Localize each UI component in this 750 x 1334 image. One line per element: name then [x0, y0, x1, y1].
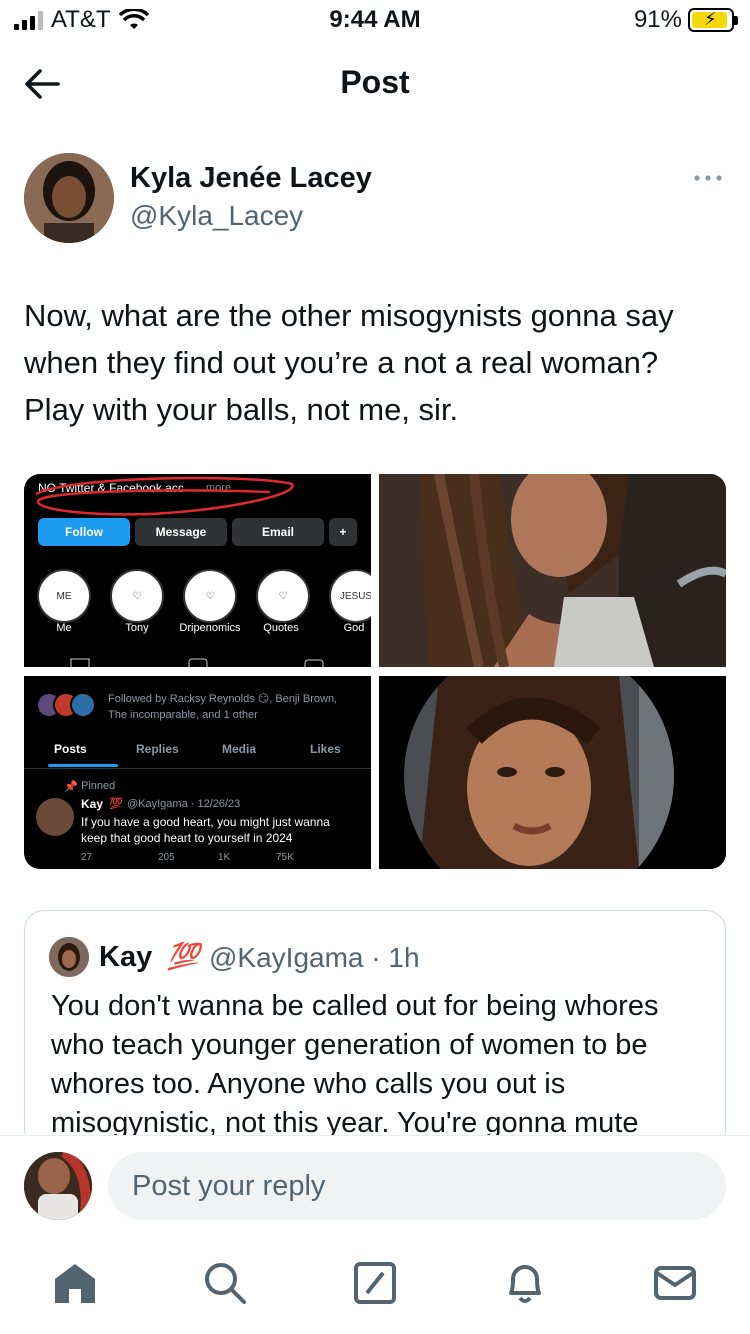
highlight-label: Quotes: [263, 622, 299, 634]
author-name[interactable]: Kyla Jenée Lacey: [130, 162, 372, 195]
media-image-3[interactable]: Followed by Racksy Reynolds 😏, Benji Bro…: [24, 676, 371, 869]
reply-bar: [0, 1135, 750, 1233]
user-avatar[interactable]: [24, 1152, 92, 1220]
bottom-tab-bar: [0, 1233, 750, 1334]
more-options-icon[interactable]: [692, 168, 724, 188]
active-tab-indicator: [48, 764, 118, 767]
portrait-photo: [379, 474, 726, 667]
media-image-1[interactable]: NO Twitter & Facebook acc more Follow Me…: [24, 474, 371, 667]
post-text: Now, what are the other misogynists gonn…: [24, 298, 674, 427]
quote-author-handle: @KayIgama · 1h: [209, 942, 420, 973]
media-grid: NO Twitter & Facebook acc more Follow Me…: [24, 474, 726, 869]
battery-percent: 91%: [633, 6, 682, 33]
kay-avatar: [36, 798, 74, 836]
messages-icon[interactable]: [653, 1261, 697, 1305]
reply-count: 27: [81, 852, 93, 863]
tab-likes: Likes: [310, 742, 341, 756]
repost-count: 205: [158, 852, 175, 863]
highlight-label: Tony: [125, 622, 149, 634]
kay-name: Kay: [81, 797, 104, 811]
tab-media: Media: [222, 742, 257, 756]
follower-avatars: [36, 692, 100, 720]
portrait-photo-circle: [379, 676, 726, 869]
quote-text: You don't wanna be called out for being …: [51, 990, 659, 1139]
pin-icon: 📌: [64, 781, 78, 793]
scribble-mark: [35, 476, 294, 516]
charging-bolt-icon: ⚡: [704, 9, 717, 29]
grid-icon: [70, 658, 90, 667]
author-handle[interactable]: @Kyla_Lacey: [130, 200, 303, 232]
view-count: 75K: [276, 852, 294, 863]
tab-posts: Posts: [54, 742, 87, 756]
kay-handle-date: @KayIgama · 12/26/23: [127, 798, 241, 810]
email-button: Email: [232, 518, 324, 546]
followed-by-line: Followed by Racksy Reynolds 😏, Benji Bro…: [108, 693, 338, 705]
kay-emoji: 💯: [109, 798, 123, 810]
pinned-text-1: If you have a good heart, you might just…: [81, 815, 330, 829]
highlight-thumb: ME: [37, 569, 91, 623]
highlight-thumb: ♡: [183, 569, 237, 623]
pinned-text-2: keep that good heart to yourself in 2024: [81, 831, 293, 845]
message-button: Message: [135, 518, 227, 546]
add-user-button: +: [329, 518, 357, 546]
divider: [24, 768, 371, 769]
highlight-label: Me: [56, 622, 72, 634]
reply-input[interactable]: [108, 1152, 726, 1220]
grok-icon[interactable]: [353, 1261, 397, 1305]
tab-replies: Replies: [136, 742, 179, 756]
highlight-thumb: JESUS: [329, 569, 371, 623]
media-image-2[interactable]: [379, 474, 726, 667]
highlight-thumb: ♡: [256, 569, 310, 623]
search-icon[interactable]: [203, 1261, 247, 1305]
quote-author-name: Kay: [99, 941, 153, 973]
notifications-icon[interactable]: [503, 1261, 547, 1305]
highlight-label: God: [343, 622, 365, 634]
home-icon[interactable]: [53, 1261, 97, 1305]
followed-by-line-2: The incomparable, and 1 other: [108, 709, 258, 721]
author-avatar[interactable]: [24, 153, 114, 243]
hundred-emoji-icon: 💯: [167, 941, 200, 971]
media-image-4[interactable]: [379, 676, 726, 869]
reels-icon: [188, 658, 208, 667]
quote-avatar: [49, 937, 89, 977]
status-bar: AT&T 9:44 AM 91% ⚡: [0, 0, 750, 40]
battery-icon: ⚡: [688, 8, 738, 32]
follow-button: Follow: [38, 518, 130, 546]
highlight-thumb: ♡: [110, 569, 164, 623]
quoted-post[interactable]: Kay 💯 @KayIgama · 1h You don't wanna be …: [24, 910, 726, 1150]
pinned-label: Pinned: [81, 780, 116, 792]
page-title: Post: [340, 64, 410, 100]
highlight-label: Dripenomics: [179, 622, 241, 634]
battery-area: 91% ⚡: [633, 6, 738, 34]
tagged-icon: [304, 659, 324, 667]
like-count: 1K: [218, 852, 231, 863]
